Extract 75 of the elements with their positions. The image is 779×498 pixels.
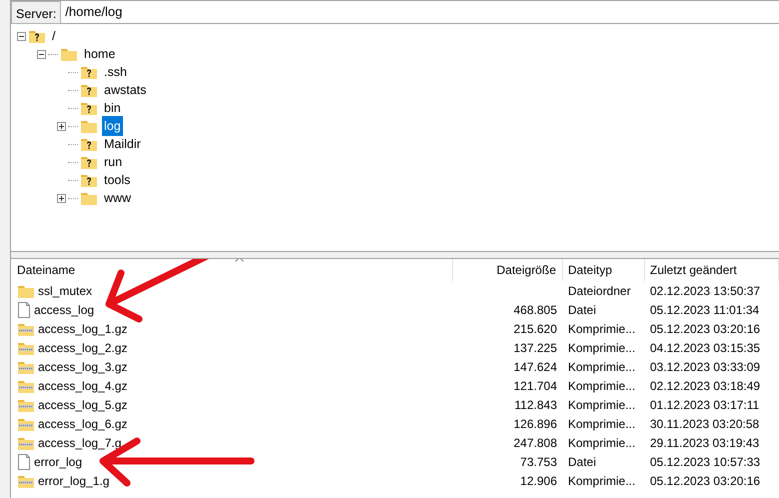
file-size: 137.225 <box>512 340 558 356</box>
modified-date: 04.12.2023 03:15:35 <box>649 340 762 356</box>
tree-item[interactable]: .ssh <box>102 62 129 82</box>
modified-date: 02.12.2023 13:50:37 <box>649 282 762 300</box>
unknown-folder-icon <box>80 172 98 188</box>
modified-date: 03.12.2023 03:33:09 <box>649 358 762 376</box>
file-size: 112.843 <box>514 396 558 414</box>
file-size: 126.896 <box>512 416 558 432</box>
file-type: Komprimie... <box>567 378 636 394</box>
modified-date: 05.12.2023 11:01:34 <box>649 302 760 318</box>
file-type: Datei <box>567 302 598 318</box>
file-size: 215.620 <box>512 320 558 338</box>
tree-item[interactable]: log <box>102 116 123 136</box>
folder-icon <box>60 46 78 62</box>
tree-item[interactable]: bin <box>102 98 123 118</box>
modified-date: 02.12.2023 03:18:49 <box>649 378 762 394</box>
file-name: error_log <box>34 454 82 470</box>
file-type: Komprimie... <box>567 396 636 414</box>
modified-date: 05.12.2023 03:20:16 <box>649 472 762 490</box>
tree-item[interactable]: run <box>102 152 124 172</box>
file-icon <box>17 302 31 318</box>
unknown-folder-icon <box>80 82 98 98</box>
tree-item[interactable]: Maildir <box>102 134 143 154</box>
file-name: ssl_mutex <box>38 282 92 300</box>
modified-date: 29.11.2023 03:19:43 <box>649 434 760 452</box>
file-icon <box>17 454 31 470</box>
file-name: access_log_5.gz <box>38 396 128 414</box>
name-column-header[interactable]: Dateiname <box>11 259 453 281</box>
size-column-header[interactable]: Dateigröße <box>453 259 563 281</box>
type-column-header[interactable]: Dateityp <box>563 259 645 281</box>
unknown-folder-icon <box>80 154 98 170</box>
modified-date: 05.12.2023 10:57:33 <box>649 454 762 470</box>
file-size: 73.753 <box>519 454 558 470</box>
file-name: access_log_6.gz <box>38 416 128 432</box>
tree-item[interactable]: tools <box>102 170 132 190</box>
file-type: Komprimie... <box>567 358 636 376</box>
unknown-folder-icon <box>80 100 98 116</box>
collapse-icon[interactable] <box>17 32 26 40</box>
modified-date: 01.12.2023 03:17:11 <box>649 396 760 414</box>
tree-item[interactable]: awstats <box>102 80 148 100</box>
file-name: access_log_1.gz <box>38 320 128 338</box>
collapse-icon[interactable] <box>37 50 46 58</box>
file-name: access_log_4.gz <box>38 378 128 394</box>
expand-icon[interactable] <box>57 122 66 130</box>
expand-icon[interactable] <box>57 194 66 202</box>
file-type: Komprimie... <box>567 434 636 452</box>
file-type: Komprimie... <box>567 472 636 490</box>
tree-item[interactable]: / <box>50 26 58 46</box>
folder-icon <box>80 190 98 206</box>
modified-date: 05.12.2023 03:20:16 <box>649 320 762 338</box>
file-size: 12.906 <box>519 472 558 490</box>
file-type: Komprimie... <box>567 320 636 338</box>
file-type: Datei <box>567 454 598 470</box>
unknown-folder-icon <box>28 28 46 44</box>
unknown-folder-icon <box>80 136 98 152</box>
file-type: Dateiordner <box>567 282 632 300</box>
file-size: 121.704 <box>512 378 558 394</box>
file-name: access_log_7.g <box>38 434 122 452</box>
file-size: 147.624 <box>512 358 558 376</box>
file-name: access_log <box>34 302 94 318</box>
file-name: access_log_3.gz <box>38 358 128 376</box>
tree-item[interactable]: home <box>82 44 118 64</box>
date-column-header[interactable]: Zuletzt geändert <box>645 259 779 281</box>
unknown-folder-icon <box>80 64 98 80</box>
file-name: access_log_2.gz <box>38 340 128 356</box>
file-size: 468.805 <box>512 302 558 318</box>
folder-icon <box>80 118 98 134</box>
server-label: Server: <box>11 1 62 24</box>
file-type: Komprimie... <box>567 416 636 432</box>
file-size: 247.808 <box>512 434 558 452</box>
file-name: error_log_1.g <box>38 472 110 490</box>
tree-item[interactable]: www <box>102 188 134 208</box>
file-type: Komprimie... <box>567 340 636 356</box>
modified-date: 30.11.2023 03:20:58 <box>649 416 760 432</box>
server-path-field[interactable]: /home/log <box>61 1 779 24</box>
